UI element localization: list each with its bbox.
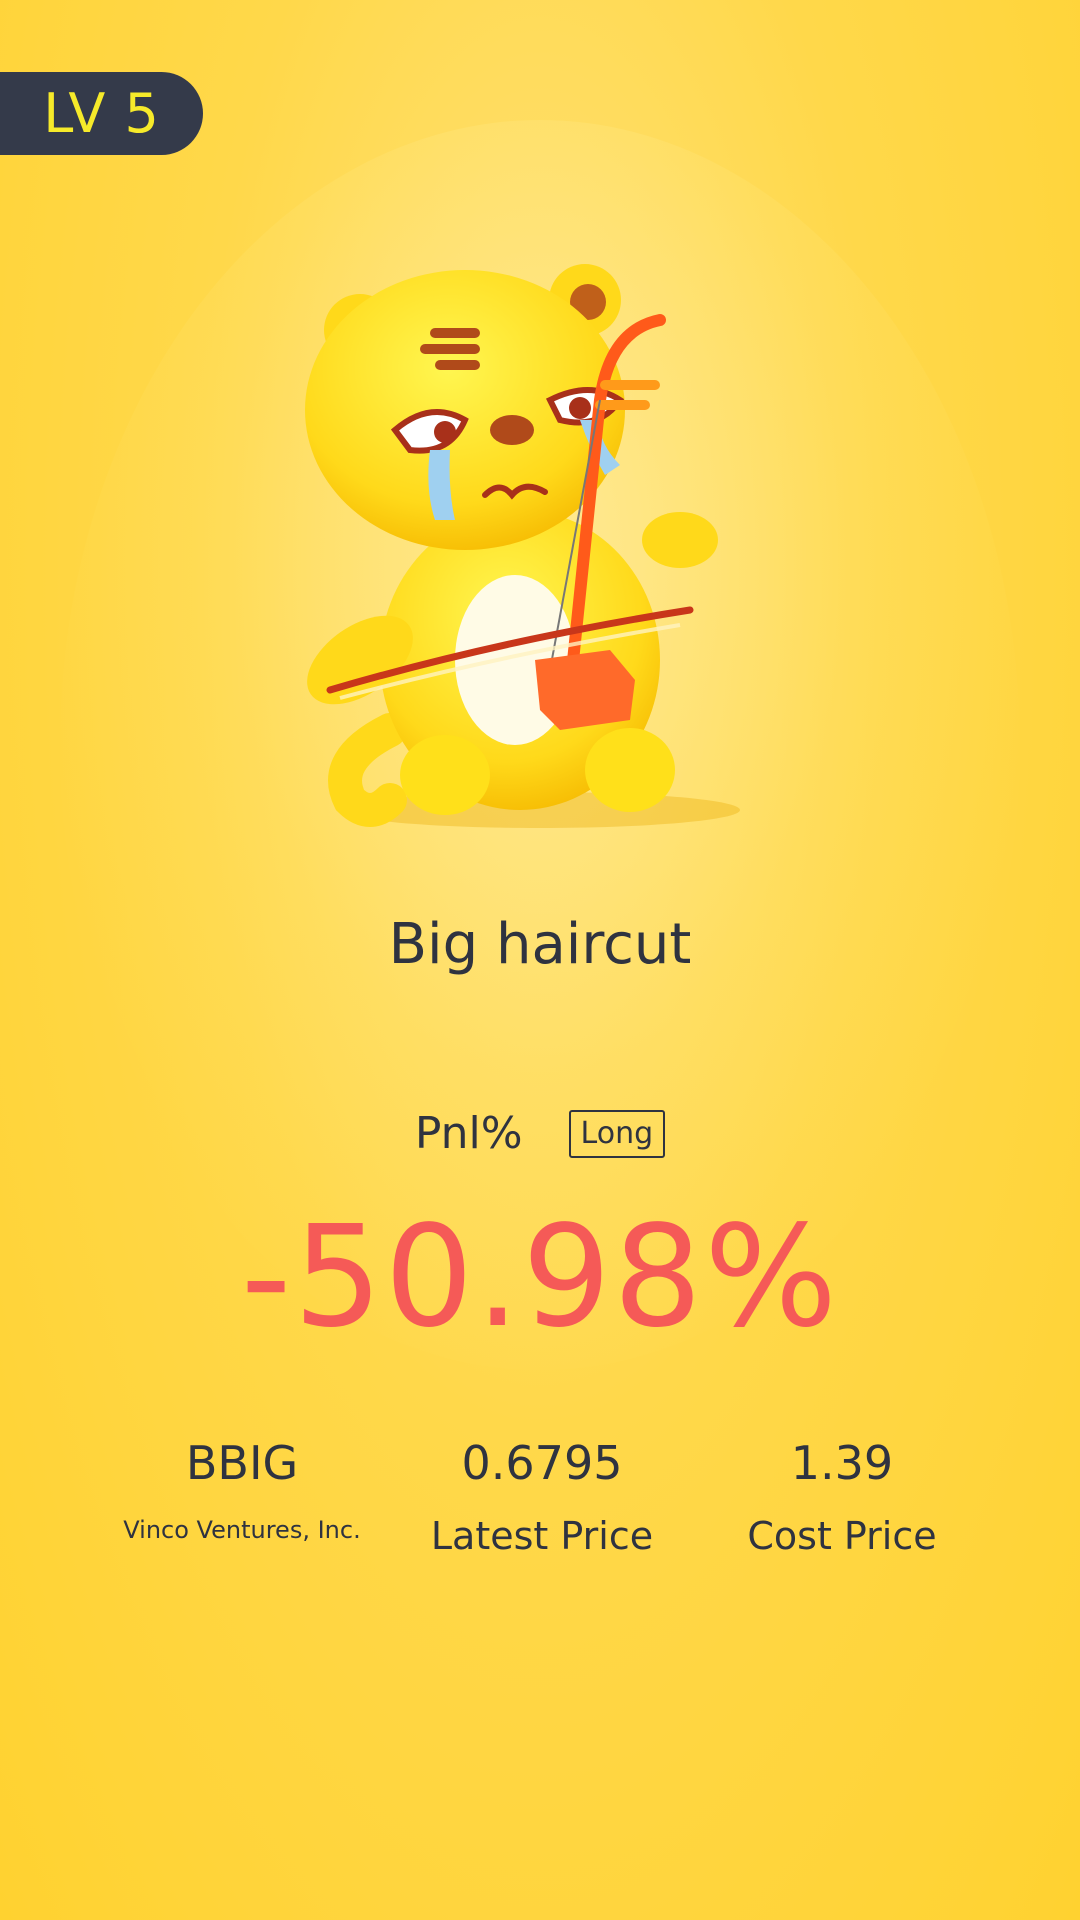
result-headline: Big haircut [388, 912, 692, 977]
cost-price-stat: 1.39 Cost Price [692, 1436, 992, 1558]
crying-tiger-mascot-icon [305, 264, 740, 828]
pnl-percent-value: -50.98% [240, 1196, 840, 1359]
level-badge: LV 5 [0, 72, 203, 155]
pnl-header: Pnl% Long [0, 1108, 1080, 1159]
ticker-symbol: BBIG [185, 1436, 299, 1490]
cost-price-label: Cost Price [747, 1514, 937, 1558]
pnl-label: Pnl% [414, 1108, 523, 1159]
latest-price-stat: 0.6795 Latest Price [392, 1436, 692, 1558]
position-direction-tag: Long [568, 1109, 666, 1158]
position-stats: BBIG Vinco Ventures, Inc. 0.6795 Latest … [92, 1436, 992, 1558]
cost-price-value: 1.39 [790, 1436, 894, 1490]
company-name: Vinco Ventures, Inc. [123, 1516, 361, 1544]
latest-price-value: 0.6795 [461, 1436, 623, 1490]
latest-price-label: Latest Price [430, 1514, 654, 1558]
ticker-stat: BBIG Vinco Ventures, Inc. [92, 1436, 392, 1558]
